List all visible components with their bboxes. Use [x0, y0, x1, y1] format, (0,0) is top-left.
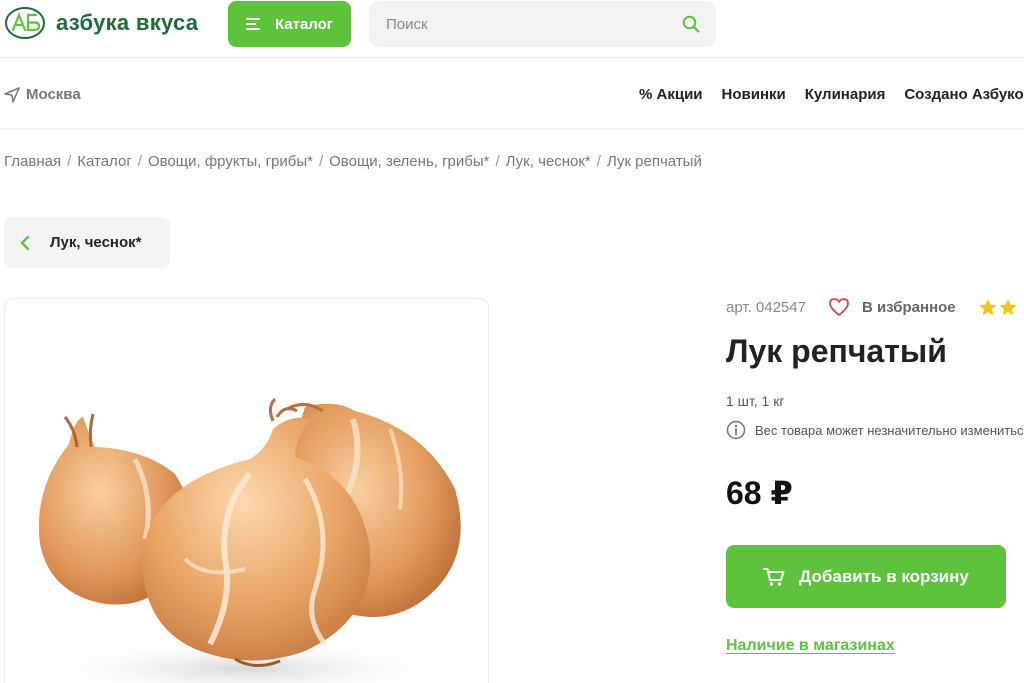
- catalog-button-label: Каталог: [274, 15, 334, 33]
- breadcrumb-separator: /: [495, 153, 500, 170]
- rating-stars[interactable]: [978, 298, 1018, 317]
- product-image-card[interactable]: [4, 298, 489, 683]
- nav-item-promotions[interactable]: % Акции: [639, 86, 703, 103]
- heart-icon: [829, 298, 849, 316]
- cart-icon: [763, 567, 785, 586]
- star-icon: [979, 298, 997, 315]
- favorites-label: В избранное: [861, 298, 956, 316]
- back-to-category-button[interactable]: Лук, чеснок*: [4, 217, 170, 268]
- header: азбука вкуса Каталог: [0, 0, 1024, 58]
- product-title: Лук репчатый: [726, 333, 947, 369]
- search-box: [369, 1, 716, 47]
- product-price: 68 ₽: [726, 475, 793, 511]
- logo-text: азбука вкуса: [56, 10, 199, 35]
- menu-icon: [245, 17, 262, 31]
- nav-item-new[interactable]: Новинки: [722, 86, 786, 103]
- add-to-cart-label: Добавить в корзину: [799, 566, 969, 586]
- breadcrumb-current: Лук репчатый: [606, 153, 702, 170]
- breadcrumb-item[interactable]: Овощи, фрукты, грибы*: [148, 153, 313, 170]
- breadcrumb-separator: /: [137, 153, 142, 170]
- breadcrumb-separator: /: [596, 153, 601, 170]
- nav-item-made-by-azbuka[interactable]: Создано Азбукой: [904, 86, 1024, 103]
- back-chip-label: Лук, чеснок*: [50, 234, 142, 251]
- info-icon: [726, 420, 746, 440]
- city-label: Москва: [26, 86, 81, 103]
- weight-note-text: Вес товара может незначительно изменитьс…: [755, 422, 1024, 438]
- breadcrumb-item[interactable]: Каталог: [77, 153, 132, 170]
- breadcrumb: Главная / Каталог / Овощи, фрукты, грибы* / Ов…: [4, 153, 702, 170]
- nav-item-culinary[interactable]: Кулинария: [805, 86, 886, 103]
- search-icon[interactable]: [682, 15, 700, 33]
- star-icon: [999, 298, 1017, 315]
- breadcrumb-separator: /: [67, 153, 72, 170]
- azbuka-logo-icon: [5, 7, 45, 39]
- location-arrow-icon: [4, 86, 20, 103]
- catalog-button[interactable]: Каталог: [228, 1, 351, 47]
- add-to-cart-button[interactable]: Добавить в корзину: [726, 545, 1006, 608]
- product-image: [25, 397, 465, 683]
- product-weight: 1 шт, 1 кг: [726, 393, 785, 409]
- product-sku: арт. 042547: [726, 298, 806, 316]
- weight-note: Вес товара может незначительно изменитьс…: [726, 420, 1024, 440]
- chevron-left-icon: [20, 235, 30, 250]
- breadcrumb-item[interactable]: Лук, чеснок*: [506, 153, 591, 170]
- product-meta-row: арт. 042547 В избранное: [726, 297, 1018, 317]
- search-input[interactable]: [369, 15, 659, 33]
- add-to-favorites-button[interactable]: В избранное: [828, 297, 956, 317]
- logo[interactable]: азбука вкуса: [4, 6, 198, 40]
- top-navigation: % Акции Новинки Кулинария Создано Азбуко…: [639, 86, 1024, 103]
- breadcrumb-item[interactable]: Овощи, зелень, грибы*: [329, 153, 489, 170]
- city-selector[interactable]: Москва: [4, 86, 81, 103]
- sub-navigation-bar: Москва % Акции Новинки Кулинария Создано…: [0, 59, 1024, 129]
- breadcrumb-item[interactable]: Главная: [4, 153, 61, 170]
- breadcrumb-separator: /: [318, 153, 324, 170]
- store-availability-link[interactable]: Наличие в магазинах: [726, 637, 895, 655]
